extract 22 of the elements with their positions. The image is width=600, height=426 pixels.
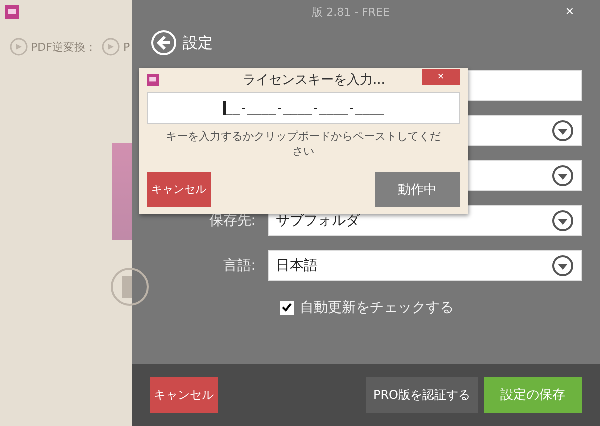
field-label: 言語: (223, 258, 256, 274)
hint-text: キーを入力するかクリップボードからペーストしてください (165, 129, 442, 159)
save-settings-button[interactable]: 設定の保存 (484, 377, 582, 413)
app-logo-icon (5, 5, 19, 19)
cancel-button[interactable]: キャンセル (147, 172, 211, 207)
checkbox[interactable] (280, 300, 294, 314)
checkmark-icon (282, 303, 292, 312)
settings-title: 設定 (183, 34, 213, 52)
activate-pro-button[interactable]: PRO版を認証する (366, 377, 478, 413)
window-title: 版 2.81 - FREE (312, 4, 390, 20)
app-logo-icon (147, 74, 159, 86)
license-key-field[interactable]: __-____-____-____-____ (147, 92, 460, 124)
working-button[interactable]: 動作中 (375, 172, 460, 207)
dialog-title: ライセンスキーを入力... (243, 72, 386, 89)
dropdown[interactable]: 日本語 (268, 250, 582, 281)
toolbar-label[interactable]: PDF逆変換： (31, 40, 96, 54)
checkbox-label[interactable]: 自動更新をチェックする (300, 298, 454, 316)
close-button[interactable]: × (422, 69, 460, 85)
toolbar-label[interactable]: P (123, 40, 130, 54)
close-button[interactable]: × (562, 3, 578, 19)
cancel-button[interactable]: キャンセル (150, 377, 218, 413)
field-label: 保存先: (209, 212, 256, 228)
